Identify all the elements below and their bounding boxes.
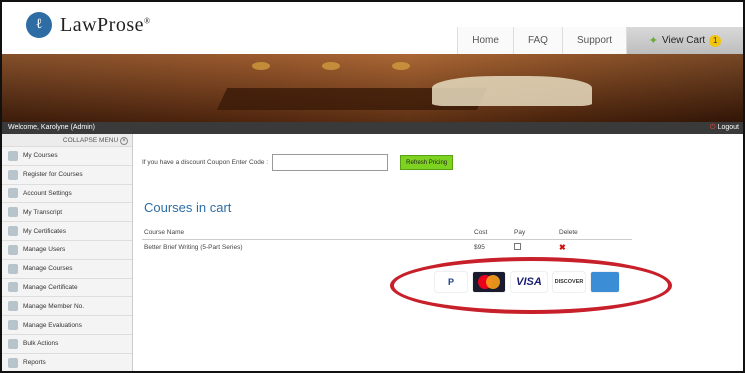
register-icon (8, 169, 18, 180)
refresh-pricing-button[interactable]: Refresh Pricing (400, 155, 454, 170)
certificate-icon (8, 226, 18, 237)
top-nav: Home FAQ Support ✦ View Cart 1 (457, 27, 743, 54)
coupon-code-input[interactable] (272, 154, 389, 171)
sidebar-item-my-courses[interactable]: My Courses (2, 147, 132, 166)
view-cart-label: View Cart (662, 35, 706, 46)
banner-book (432, 76, 592, 106)
cart-title: Courses in cart (144, 200, 232, 215)
bulk-actions-icon (8, 338, 18, 349)
sidebar-item-transcript[interactable]: My Transcript (2, 203, 132, 223)
header-cost: Cost (472, 228, 512, 240)
table-header-row: Course Name Cost Pay Delete (142, 228, 632, 240)
delete-cell: ✖ (557, 240, 632, 256)
sidebar-item-certificates[interactable]: My Certificates (2, 222, 132, 241)
delete-icon[interactable]: ✖ (559, 243, 566, 252)
header-course-name: Course Name (142, 228, 472, 240)
cart-table: Course Name Cost Pay Delete Better Brief… (142, 228, 632, 255)
banner-lamp (392, 62, 410, 70)
coupon-row: If you have a discount Coupon Enter Code… (142, 154, 454, 171)
table-row: Better Brief Writing (5-Part Series) $95… (142, 240, 632, 256)
course-cost-cell: $95 (474, 244, 485, 251)
sidebar-item-manage-member-no[interactable]: Manage Member No. (2, 297, 132, 317)
sidebar-item-manage-certificate[interactable]: Manage Certificate (2, 279, 132, 298)
reports-icon (8, 357, 18, 368)
banner-image (2, 54, 743, 122)
transcript-icon (8, 207, 18, 218)
sidebar-item-reports[interactable]: Reports (2, 354, 132, 371)
nav-faq[interactable]: FAQ (512, 27, 562, 54)
cart-count-badge: 1 (709, 34, 722, 47)
header: ℓ LawProse® Home FAQ Support ✦ View Cart… (2, 2, 743, 54)
banner-lamp (252, 62, 270, 70)
nav-home[interactable]: Home (457, 27, 513, 54)
course-name-cell: Better Brief Writing (5-Part Series) (144, 244, 243, 251)
collapse-menu-label: COLLAPSE MENU (62, 137, 119, 144)
coupon-label: If you have a discount Coupon Enter Code… (142, 159, 269, 166)
collapse-icon: × (120, 137, 128, 145)
view-cart-button[interactable]: ✦ View Cart 1 (626, 27, 743, 54)
collapse-menu-button[interactable]: COLLAPSE MENU × (2, 134, 132, 147)
logout-link[interactable]: ⏻ Logout (710, 122, 739, 134)
users-icon (8, 244, 18, 255)
pay-cell (512, 240, 557, 256)
sidebar: COLLAPSE MENU × My Courses Register for … (2, 134, 133, 371)
nav-support[interactable]: Support (561, 27, 626, 54)
banner-lamp (322, 62, 340, 70)
sidebar-item-manage-evaluations[interactable]: Manage Evaluations (2, 316, 132, 335)
logo[interactable]: ℓ LawProse® (26, 12, 151, 38)
welcome-text: Welcome, Karolyne (Admin) (8, 124, 96, 131)
page-frame: ℓ LawProse® Home FAQ Support ✦ View Cart… (0, 0, 745, 373)
header-delete: Delete (557, 228, 632, 240)
sidebar-item-manage-users[interactable]: Manage Users (2, 241, 132, 260)
header-pay: Pay (512, 228, 557, 240)
main-content: If you have a discount Coupon Enter Code… (142, 134, 732, 371)
evaluations-icon (8, 320, 18, 331)
logo-icon: ℓ (26, 12, 52, 38)
sidebar-item-manage-courses[interactable]: Manage Courses (2, 260, 132, 279)
manage-certificate-icon (8, 282, 18, 293)
cart-icon: ✦ (648, 35, 659, 47)
sidebar-item-register[interactable]: Register for Courses (2, 166, 132, 185)
courses-icon (8, 150, 18, 161)
highlight-oval (390, 257, 672, 314)
sidebar-item-bulk-actions[interactable]: Bulk Actions (2, 335, 132, 354)
settings-icon (8, 188, 18, 199)
manage-courses-icon (8, 263, 18, 274)
member-icon (8, 301, 18, 312)
power-icon: ⏻ (710, 124, 716, 131)
brand-name: LawProse® (60, 13, 151, 36)
pay-checkbox[interactable] (514, 243, 521, 250)
sidebar-item-account-settings[interactable]: Account Settings (2, 185, 132, 204)
welcome-bar: Welcome, Karolyne (Admin) ⏻ Logout (2, 122, 743, 134)
